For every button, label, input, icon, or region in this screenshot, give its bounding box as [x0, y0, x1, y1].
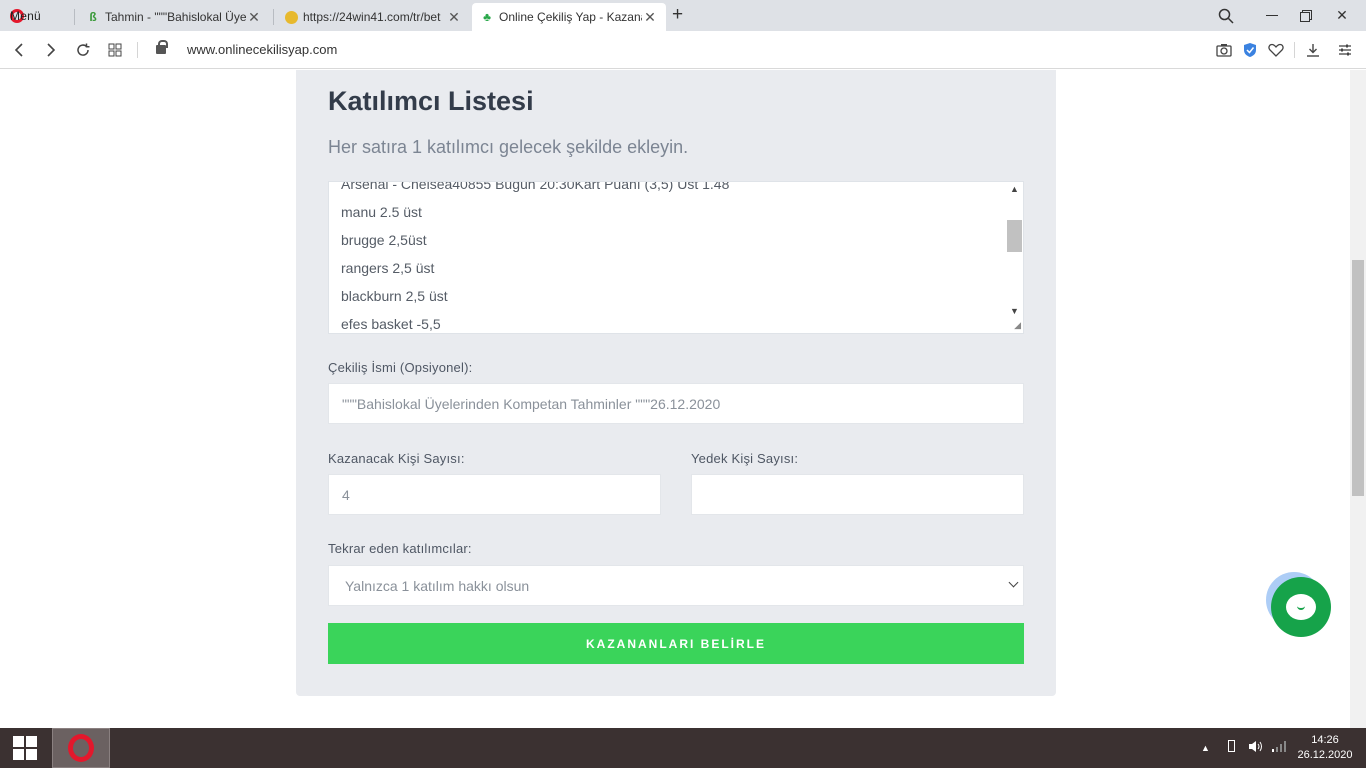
draw-name-input[interactable]: """Bahislokal Üyelerinden Kompetan Tahmi… — [328, 383, 1024, 424]
tab-title: Tahmin - """Bahislokal Üye — [105, 10, 246, 24]
winner-count-input[interactable]: 4 — [328, 474, 661, 515]
volume-icon[interactable] — [1248, 740, 1264, 756]
participant-form-card: Katılımcı Listesi Her satıra 1 katılımcı… — [296, 70, 1056, 696]
clock-time: 14:26 — [1311, 734, 1339, 746]
heart-icon[interactable] — [1265, 39, 1287, 61]
download-icon[interactable] — [1302, 39, 1324, 61]
tab-title: https://24win41.com/tr/bet — [303, 10, 441, 24]
battery-icon[interactable] — [1228, 740, 1235, 755]
page-title: Katılımcı Listesi — [328, 86, 534, 116]
camera-icon[interactable] — [1213, 39, 1235, 61]
textarea-scrollbar[interactable]: ▲ ▼ — [1006, 182, 1023, 333]
repeat-participants-label: Tekrar eden katılımcılar: — [328, 541, 472, 556]
participants-textarea[interactable]: Arsenal - Chelsea40855 Bugün 20:30Kart P… — [328, 181, 1024, 334]
backup-count-label: Yedek Kişi Sayısı: — [691, 451, 799, 466]
participant-line: blackburn 2,5 üst — [341, 288, 448, 304]
tab-tahmin[interactable]: ß Tahmin - """Bahislokal Üye ✕ — [78, 3, 270, 31]
tray-overflow-icon[interactable]: ▲ — [1201, 743, 1210, 753]
new-tab-icon[interactable]: + — [672, 4, 683, 26]
resize-grip-icon[interactable]: ◢ — [1014, 320, 1021, 331]
chevron-down-icon — [1008, 577, 1019, 588]
green-leaf-icon: ß — [89, 10, 97, 24]
close-tab-icon[interactable]: ✕ — [246, 9, 262, 26]
menu-label: Menü — [10, 8, 41, 23]
search-tabs-icon[interactable] — [1206, 0, 1246, 31]
participant-line: rangers 2,5 üst — [341, 260, 435, 276]
participant-line: brugge 2,5üst — [341, 232, 427, 248]
easy-setup-icon[interactable] — [1334, 39, 1356, 61]
lock-icon[interactable] — [156, 40, 168, 54]
scroll-up-icon[interactable]: ▲ — [1008, 184, 1021, 194]
address-bar: www.onlinecekilisyap.com — [0, 31, 1366, 69]
system-clock[interactable]: 14:26 26.12.2020 — [1292, 733, 1358, 763]
windows-logo-icon — [13, 736, 37, 760]
tab-separator — [273, 9, 274, 25]
back-icon[interactable] — [8, 39, 30, 61]
clock-date: 26.12.2020 — [1297, 749, 1353, 761]
tab-online-cekilis[interactable]: ♣ Online Çekiliş Yap - Kazana ✕ — [472, 3, 666, 31]
page-scrollbar-thumb[interactable] — [1352, 260, 1364, 496]
scroll-down-icon[interactable]: ▼ — [1008, 306, 1021, 316]
chat-icon — [1286, 594, 1316, 620]
divider — [1294, 42, 1295, 58]
close-tab-icon[interactable]: ✕ — [642, 9, 658, 26]
windows-taskbar: ▲ 14:26 26.12.2020 — [0, 728, 1366, 768]
network-icon[interactable] — [1271, 740, 1287, 755]
restore-icon[interactable] — [1286, 0, 1326, 31]
page-scrollbar[interactable] — [1350, 70, 1366, 728]
forward-icon[interactable] — [40, 39, 62, 61]
taskbar-opera-app[interactable] — [52, 728, 110, 768]
tab-title: Online Çekiliş Yap - Kazana — [499, 10, 642, 24]
shield-icon[interactable] — [1239, 39, 1261, 61]
repeat-participants-select[interactable]: Yalnızca 1 katılım hakkı olsun — [328, 565, 1024, 606]
opera-logo-icon — [68, 734, 94, 762]
start-button[interactable] — [0, 728, 50, 768]
page-subtitle: Her satıra 1 katılımcı gelecek şekilde e… — [328, 137, 689, 157]
backup-count-input[interactable] — [691, 474, 1024, 515]
browser-tab-strip: Menü ß Tahmin - """Bahislokal Üye ✕ http… — [0, 0, 1366, 31]
participant-line: efes basket -5,5 — [341, 316, 441, 332]
opera-menu-button[interactable]: Menü — [0, 0, 72, 31]
reload-icon[interactable] — [72, 39, 94, 61]
participant-line: Arsenal - Chelsea40855 Bugün 20:30Kart P… — [341, 181, 730, 192]
tab-24win[interactable]: https://24win41.com/tr/bet ✕ — [276, 3, 470, 31]
clover-icon: ♣ — [483, 10, 491, 24]
close-window-icon[interactable]: ✕ — [1322, 0, 1362, 31]
speed-dial-icon[interactable] — [104, 39, 126, 61]
page-content: Katılımcı Listesi Her satıra 1 katılımcı… — [0, 70, 1350, 728]
chat-widget-button[interactable] — [1271, 577, 1331, 637]
scrollbar-thumb[interactable] — [1007, 220, 1022, 252]
participant-line: manu 2.5 üst — [341, 204, 422, 220]
draw-name-label: Çekiliş İsmi (Opsiyonel): — [328, 360, 473, 375]
tab-separator — [74, 9, 75, 25]
url-field[interactable]: www.onlinecekilisyap.com — [187, 42, 337, 57]
close-tab-icon[interactable]: ✕ — [446, 9, 462, 26]
yellow-coin-icon — [284, 10, 298, 24]
determine-winners-button[interactable]: KAZANANLARI BELİRLE — [328, 623, 1024, 664]
divider — [137, 42, 138, 58]
repeat-participants-value: Yalnızca 1 katılım hakkı olsun — [345, 577, 530, 594]
winner-count-label: Kazanacak Kişi Sayısı: — [328, 451, 465, 466]
